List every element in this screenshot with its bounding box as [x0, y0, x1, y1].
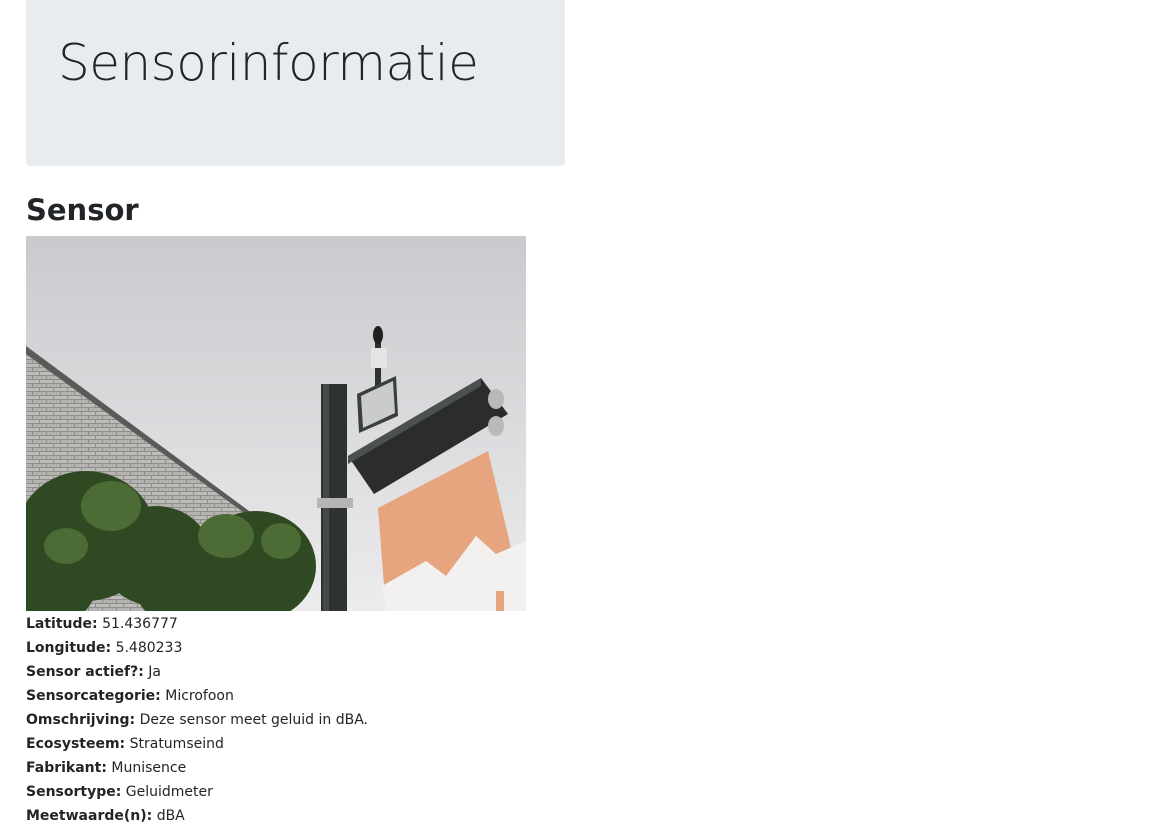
property-label: Sensor actief?: [26, 664, 144, 680]
property-sensor-type: Sensortype: Geluidmeter [26, 780, 368, 804]
property-label: Meetwaarde(n): [26, 808, 153, 824]
section-title: Sensor [26, 193, 139, 227]
property-sensor-category: Sensorcategorie: Microfoon [26, 684, 368, 708]
property-label: Sensortype: [26, 784, 122, 800]
property-label: Ecosysteem: [26, 736, 126, 752]
property-value: Munisence [111, 760, 187, 776]
property-value: Stratumseind [129, 736, 224, 752]
property-value: Geluidmeter [125, 784, 213, 800]
property-value: 51.436777 [102, 616, 178, 632]
property-value: Microfoon [165, 688, 234, 704]
property-value: Ja [148, 664, 161, 680]
property-label: Omschrijving: [26, 712, 136, 728]
property-value: dBA [156, 808, 185, 824]
page-title: Sensorinformatie [58, 34, 479, 92]
property-value: Deze sensor meet geluid in dBA. [139, 712, 368, 728]
property-label: Fabrikant: [26, 760, 107, 776]
property-longitude: Longitude: 5.480233 [26, 636, 368, 660]
property-label: Sensorcategorie: [26, 688, 161, 704]
property-value: 5.480233 [115, 640, 183, 656]
jumbotron-header: Sensorinformatie [26, 0, 565, 166]
property-ecosystem: Ecosysteem: Stratumseind [26, 732, 368, 756]
property-description: Omschrijving: Deze sensor meet geluid in… [26, 708, 368, 732]
property-label: Longitude: [26, 640, 112, 656]
sensor-photo [26, 236, 526, 611]
property-sensor-active: Sensor actief?: Ja [26, 660, 368, 684]
property-label: Latitude: [26, 616, 98, 632]
sensor-properties: Latitude: 51.436777 Longitude: 5.480233 … [26, 612, 368, 828]
property-measurements: Meetwaarde(n): dBA [26, 804, 368, 828]
property-latitude: Latitude: 51.436777 [26, 612, 368, 636]
property-manufacturer: Fabrikant: Munisence [26, 756, 368, 780]
